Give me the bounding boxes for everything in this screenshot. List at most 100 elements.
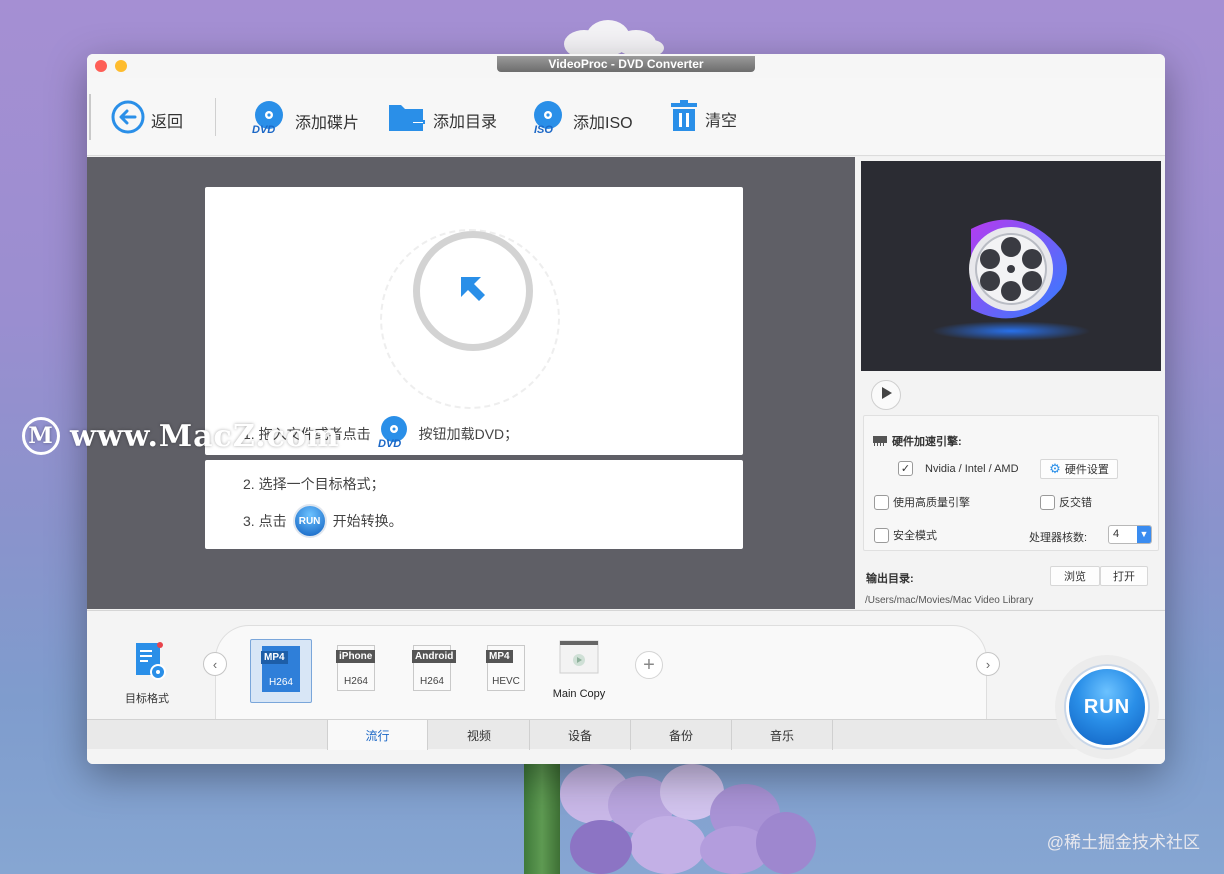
- plus-icon: +: [643, 654, 655, 676]
- add-iso-label: 添加ISO: [573, 114, 633, 132]
- format-next-button[interactable]: ›: [976, 652, 1000, 676]
- deinterlace-label: 反交错: [1059, 497, 1092, 509]
- format-doc-icon: MP4 HEVC: [486, 645, 525, 691]
- tab-backup[interactable]: 备份: [631, 720, 732, 750]
- safe-mode-checkbox[interactable]: [874, 527, 889, 543]
- tab-popular[interactable]: 流行: [327, 720, 428, 750]
- toolbar-edge: [89, 94, 91, 140]
- hq-engine-checkbox[interactable]: [874, 494, 889, 510]
- run-label: RUN: [1083, 695, 1131, 718]
- window-close-button[interactable]: [95, 60, 107, 72]
- cores-value: 4: [1113, 528, 1120, 540]
- drop-card[interactable]: 1. 拖入文件或者点击 DVD 按钮加载DVD；: [205, 187, 743, 455]
- window-minimize-button[interactable]: [115, 60, 127, 72]
- format-item-mp4-hevc[interactable]: MP4 HEVC: [475, 639, 537, 703]
- add-disc-button[interactable]: DVD 添加碟片: [251, 100, 359, 141]
- cores-select[interactable]: 4 ▼: [1108, 525, 1152, 544]
- format-top-label: iPhone: [336, 650, 376, 663]
- drop-area[interactable]: 1. 拖入文件或者点击 DVD 按钮加载DVD； 2. 选择一个目标格式； 3.…: [87, 157, 855, 609]
- trash-icon: [669, 100, 699, 137]
- gpu-label: Nvidia / Intel / AMD: [925, 462, 1019, 475]
- arrow-up-left-icon: [457, 273, 489, 310]
- run-button[interactable]: RUN: [1066, 666, 1148, 748]
- add-folder-icon: [387, 100, 427, 139]
- watermark-logo-icon: M: [22, 417, 60, 455]
- open-button[interactable]: 打开: [1100, 566, 1148, 586]
- format-top-label: MP4: [261, 651, 288, 664]
- hardware-title-row: 硬件加速引擎:: [872, 433, 962, 449]
- play-icon: [879, 386, 893, 405]
- step-three-prefix: 3. 点击: [243, 513, 287, 529]
- category-tabs: 流行 视频 设备 备份 音乐: [87, 719, 1165, 750]
- format-bottom-label: H264: [420, 676, 444, 687]
- safe-mode-label: 安全模式: [893, 530, 937, 542]
- watermark: M www.MacZ.com: [22, 417, 340, 455]
- chip-icon: [872, 434, 888, 449]
- title-bar: VideoProc - DVD Converter: [87, 54, 1165, 78]
- format-top-label: Android: [412, 650, 457, 663]
- dvd-inline-icon[interactable]: DVD: [377, 415, 413, 452]
- step-one-suffix: 按钮加载DVD；: [418, 425, 519, 442]
- format-doc-icon: iPhone H264: [336, 645, 376, 691]
- desktop-cloud: [560, 18, 665, 58]
- chevron-left-icon: ‹: [212, 656, 218, 672]
- add-iso-button[interactable]: ISO 添加ISO: [529, 100, 633, 141]
- tab-device[interactable]: 设备: [530, 720, 631, 750]
- play-button[interactable]: [871, 380, 901, 410]
- gpu-checkbox[interactable]: ✓: [898, 461, 913, 476]
- format-item-main-copy[interactable]: Main Copy: [539, 639, 619, 700]
- back-arrow-icon: [111, 100, 145, 139]
- hardware-panel: 硬件加速引擎: ✓ Nvidia / Intel / AMD ⚙ 硬件设置 使用…: [863, 415, 1159, 551]
- step-three-suffix: 开始转换。: [332, 513, 403, 529]
- format-bottom-label: H264: [269, 677, 293, 688]
- gpu-row: ✓ Nvidia / Intel / AMD: [898, 461, 1019, 476]
- format-prev-button[interactable]: ‹: [203, 652, 227, 676]
- browse-button[interactable]: 浏览: [1050, 566, 1100, 586]
- run-inline-icon: RUN: [292, 504, 327, 538]
- deinterlace-row: 反交错: [1040, 494, 1092, 510]
- format-item-android-h264[interactable]: Android H264: [401, 639, 463, 703]
- target-format-icon: [126, 641, 168, 686]
- tab-video[interactable]: 视频: [429, 720, 530, 750]
- steps-card: 2. 选择一个目标格式； 3. 点击 RUN 开始转换。: [205, 460, 743, 549]
- add-folder-button[interactable]: 添加目录: [387, 100, 497, 139]
- back-button[interactable]: 返回: [111, 100, 183, 139]
- safe-mode-row: 安全模式: [874, 527, 937, 543]
- run-inline-text: RUN: [298, 515, 321, 527]
- tab-music[interactable]: 音乐: [732, 720, 833, 750]
- target-format-button[interactable]: 目标格式: [117, 641, 177, 706]
- open-label: 打开: [1113, 571, 1135, 583]
- add-disc-label: 添加碟片: [295, 114, 360, 132]
- hardware-settings-button[interactable]: ⚙ 硬件设置: [1040, 459, 1118, 479]
- watermark-text: www.MacZ.com: [70, 418, 340, 454]
- format-bottom-label: HEVC: [492, 676, 520, 687]
- main-copy-icon: [559, 639, 599, 680]
- main-copy-label: Main Copy: [552, 688, 606, 700]
- target-format-label: 目标格式: [125, 693, 169, 705]
- clear-button[interactable]: 清空: [669, 100, 737, 137]
- browse-label: 浏览: [1064, 571, 1086, 583]
- chevron-right-icon: ›: [985, 656, 991, 672]
- format-bottom-label: H264: [344, 676, 368, 687]
- deinterlace-checkbox[interactable]: [1040, 494, 1055, 510]
- iso-icon-text: ISO: [534, 124, 553, 136]
- step-two: 2. 选择一个目标格式；: [243, 476, 385, 492]
- videoproc-logo-icon: [961, 209, 1071, 334]
- toolbar-separator: [215, 98, 216, 136]
- gear-icon: ⚙: [1049, 461, 1061, 476]
- format-item-iphone-h264[interactable]: iPhone H264: [325, 639, 387, 703]
- hq-engine-label: 使用高质量引擎: [893, 497, 970, 509]
- add-folder-label: 添加目录: [433, 113, 498, 131]
- video-preview: [861, 161, 1161, 371]
- format-item-mp4-h264[interactable]: MP4 H264: [250, 639, 312, 703]
- dvd-disc-icon: DVD: [251, 100, 289, 141]
- run-button-frame: RUN: [1055, 655, 1159, 759]
- format-doc-icon: MP4 H264: [261, 646, 300, 692]
- drop-ring[interactable]: [413, 231, 533, 351]
- desktop-flower: [510, 764, 850, 874]
- dvd-inline-text: DVD: [378, 438, 401, 449]
- format-top-label: MP4: [486, 650, 513, 663]
- app-window: VideoProc - DVD Converter 返回 DVD 添加碟片 添加…: [87, 54, 1165, 764]
- add-format-button[interactable]: +: [635, 651, 663, 679]
- output-path[interactable]: /Users/mac/Movies/Mac Video Library: [865, 595, 1033, 606]
